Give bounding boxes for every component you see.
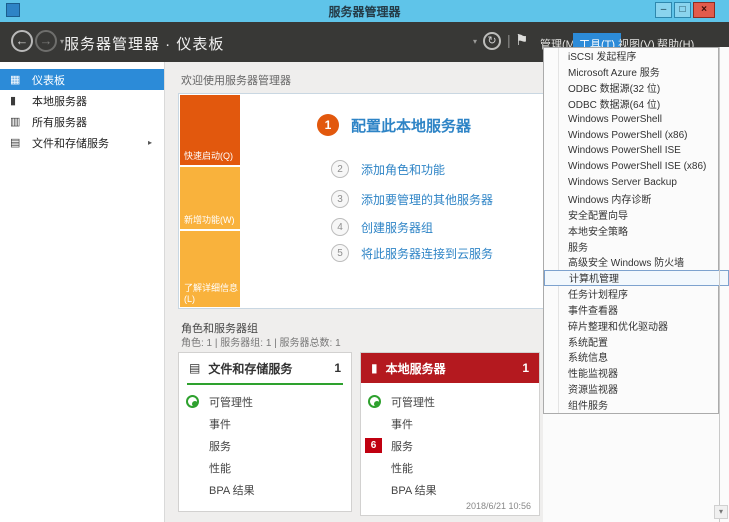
step-create-group[interactable]: 4 创建服务器组 bbox=[331, 218, 433, 236]
tools-item-odbc32[interactable]: ODBC 数据源(32 位) bbox=[544, 80, 718, 96]
step-add-servers[interactable]: 3 添加要管理的其他服务器 bbox=[331, 190, 493, 208]
window-title: 服务器管理器 bbox=[0, 3, 729, 20]
tools-item-system-info[interactable]: 系统信息 bbox=[544, 349, 718, 365]
nav-separator: | bbox=[507, 32, 511, 48]
tools-dropdown-panel: iSCSI 发起程序 Microsoft Azure 服务 ODBC 数据源(3… bbox=[543, 47, 729, 522]
status-rule-green bbox=[187, 383, 343, 385]
forward-button[interactable]: → bbox=[35, 30, 57, 52]
tile-count: 1 bbox=[522, 361, 529, 375]
step-number: 1 bbox=[317, 114, 339, 136]
scroll-down-arrow[interactable]: ▾ bbox=[714, 505, 728, 519]
tab-quick-start[interactable]: 快速启动(Q) bbox=[180, 95, 240, 165]
sidebar-item-label: 所有服务器 bbox=[32, 114, 87, 130]
tile-file-storage-services: ▤ 文件和存储服务 1 可管理性 事件 服务 性能 BPA 结果 bbox=[178, 352, 352, 512]
refresh-caret-icon[interactable]: ▾ bbox=[473, 37, 477, 46]
file-storage-tile-icon: ▤ bbox=[189, 361, 200, 375]
step-connect-cloud[interactable]: 5 将此服务器连接到云服务 bbox=[331, 244, 493, 262]
notifications-flag-icon[interactable]: ⚑ bbox=[515, 31, 528, 49]
sidebar: ▦ 仪表板 ▮ 本地服务器 ▥ 所有服务器 ▤ 文件和存储服务 ▸ bbox=[0, 62, 165, 522]
dashboard-icon: ▦ bbox=[10, 73, 32, 86]
tools-menu: iSCSI 发起程序 Microsoft Azure 服务 ODBC 数据源(3… bbox=[543, 47, 719, 414]
tab-whats-new[interactable]: 新增功能(W) bbox=[180, 167, 240, 229]
panel-divider bbox=[719, 47, 720, 522]
step-configure-server[interactable]: 1 配置此本地服务器 bbox=[317, 114, 471, 136]
tools-item-odbc64[interactable]: ODBC 数据源(64 位) bbox=[544, 96, 718, 112]
tools-item-task-scheduler[interactable]: 任务计划程序 bbox=[544, 286, 718, 302]
breadcrumb: 服务器管理器 · 仪表板 bbox=[64, 33, 224, 54]
welcome-heading: 欢迎使用服务器管理器 bbox=[181, 72, 291, 88]
step-number: 5 bbox=[331, 244, 349, 262]
tile-row-performance[interactable]: 性能 bbox=[179, 457, 351, 479]
tab-learn-more[interactable]: 了解详细信息(L) bbox=[180, 231, 240, 307]
tile-row-services[interactable]: 服务 bbox=[179, 435, 351, 457]
step-number: 4 bbox=[331, 218, 349, 236]
tile-row-events[interactable]: 事件 bbox=[179, 413, 351, 435]
services-alert-badge: 6 bbox=[365, 438, 382, 453]
step-add-roles[interactable]: 2 添加角色和功能 bbox=[331, 160, 445, 178]
sidebar-item-label: 本地服务器 bbox=[32, 93, 87, 109]
step-number: 2 bbox=[331, 160, 349, 178]
tools-item-local-security-policy[interactable]: 本地安全策略 bbox=[544, 222, 718, 238]
local-server-icon: ▮ bbox=[10, 94, 32, 107]
local-server-tile-icon: ▮ bbox=[371, 361, 378, 375]
all-servers-icon: ▥ bbox=[10, 115, 32, 128]
roles-section-summary: 角色: 1 | 服务器组: 1 | 服务器总数: 1 bbox=[181, 334, 341, 349]
tile-timestamp: 2018/6/21 10:56 bbox=[466, 501, 531, 511]
tile-row-manageability[interactable]: 可管理性 bbox=[179, 391, 351, 413]
tools-item-performance-monitor[interactable]: 性能监视器 bbox=[544, 365, 718, 381]
tools-item-security-config-wizard[interactable]: 安全配置向导 bbox=[544, 206, 718, 222]
tile-row-performance[interactable]: 性能 bbox=[361, 457, 539, 479]
tools-item-memory-diagnostic[interactable]: Windows 内存诊断 bbox=[544, 191, 718, 207]
tools-item-server-backup[interactable]: Windows Server Backup bbox=[544, 175, 718, 191]
tile-row-bpa[interactable]: BPA 结果 bbox=[179, 479, 351, 501]
tools-item-powershell-ise-x86[interactable]: Windows PowerShell ISE (x86) bbox=[544, 159, 718, 175]
tile-row-bpa[interactable]: BPA 结果 bbox=[361, 479, 539, 501]
tools-item-computer-management[interactable]: 计算机管理 bbox=[544, 270, 729, 286]
tools-item-powershell-x86[interactable]: Windows PowerShell (x86) bbox=[544, 127, 718, 143]
refresh-icon[interactable]: ↻ bbox=[483, 32, 501, 50]
step-number: 3 bbox=[331, 190, 349, 208]
tools-item-powershell[interactable]: Windows PowerShell bbox=[544, 111, 718, 127]
tile-header[interactable]: ▤ 文件和存储服务 1 bbox=[179, 353, 351, 383]
quickstart-strips: 快速启动(Q) 新增功能(W) 了解详细信息(L) bbox=[180, 95, 240, 307]
close-button[interactable]: × bbox=[693, 2, 715, 18]
tools-item-defragment[interactable]: 碎片整理和优化驱动器 bbox=[544, 317, 718, 333]
tools-item-resource-monitor[interactable]: 资源监视器 bbox=[544, 381, 718, 397]
tile-row-services[interactable]: 6 服务 bbox=[361, 435, 539, 457]
sidebar-item-local-server[interactable]: ▮ 本地服务器 bbox=[0, 90, 164, 111]
ok-status-icon bbox=[368, 395, 381, 408]
tools-item-services[interactable]: 服务 bbox=[544, 238, 718, 254]
tools-item-azure[interactable]: Microsoft Azure 服务 bbox=[544, 64, 718, 80]
tile-header[interactable]: ▮ 本地服务器 1 bbox=[361, 353, 539, 383]
sidebar-item-all-servers[interactable]: ▥ 所有服务器 bbox=[0, 111, 164, 132]
sidebar-item-file-storage[interactable]: ▤ 文件和存储服务 ▸ bbox=[0, 132, 164, 153]
title-bar: 服务器管理器 – □ × bbox=[0, 0, 729, 22]
submenu-arrow-icon: ▸ bbox=[148, 138, 152, 147]
tools-item-event-viewer[interactable]: 事件查看器 bbox=[544, 302, 718, 318]
ok-status-icon bbox=[186, 395, 199, 408]
tile-row-manageability[interactable]: 可管理性 bbox=[361, 391, 539, 413]
tools-item-powershell-ise[interactable]: Windows PowerShell ISE bbox=[544, 143, 718, 159]
file-storage-icon: ▤ bbox=[10, 136, 32, 149]
tools-item-firewall[interactable]: 高级安全 Windows 防火墙 bbox=[544, 254, 718, 270]
sidebar-item-label: 仪表板 bbox=[32, 72, 65, 88]
minimize-button[interactable]: – bbox=[655, 2, 672, 18]
app-icon bbox=[6, 3, 20, 17]
tile-count: 1 bbox=[334, 361, 341, 375]
tile-row-events[interactable]: 事件 bbox=[361, 413, 539, 435]
tile-local-server: ▮ 本地服务器 1 可管理性 事件 6 服务 性能 BPA 结果 2018/6/… bbox=[360, 352, 540, 516]
server-manager-window: 服务器管理器 – □ × ← → ▾ 服务器管理器 · 仪表板 ▾ ↻ | ⚑ … bbox=[0, 0, 729, 522]
tools-item-system-config[interactable]: 系统配置 bbox=[544, 333, 718, 349]
sidebar-item-dashboard[interactable]: ▦ 仪表板 bbox=[0, 69, 164, 90]
maximize-button[interactable]: □ bbox=[674, 2, 691, 18]
tools-item-component-services[interactable]: 组件服务 bbox=[544, 397, 718, 413]
back-button[interactable]: ← bbox=[11, 30, 33, 52]
sidebar-item-label: 文件和存储服务 bbox=[32, 135, 109, 151]
tools-item-iscsi[interactable]: iSCSI 发起程序 bbox=[544, 48, 718, 64]
